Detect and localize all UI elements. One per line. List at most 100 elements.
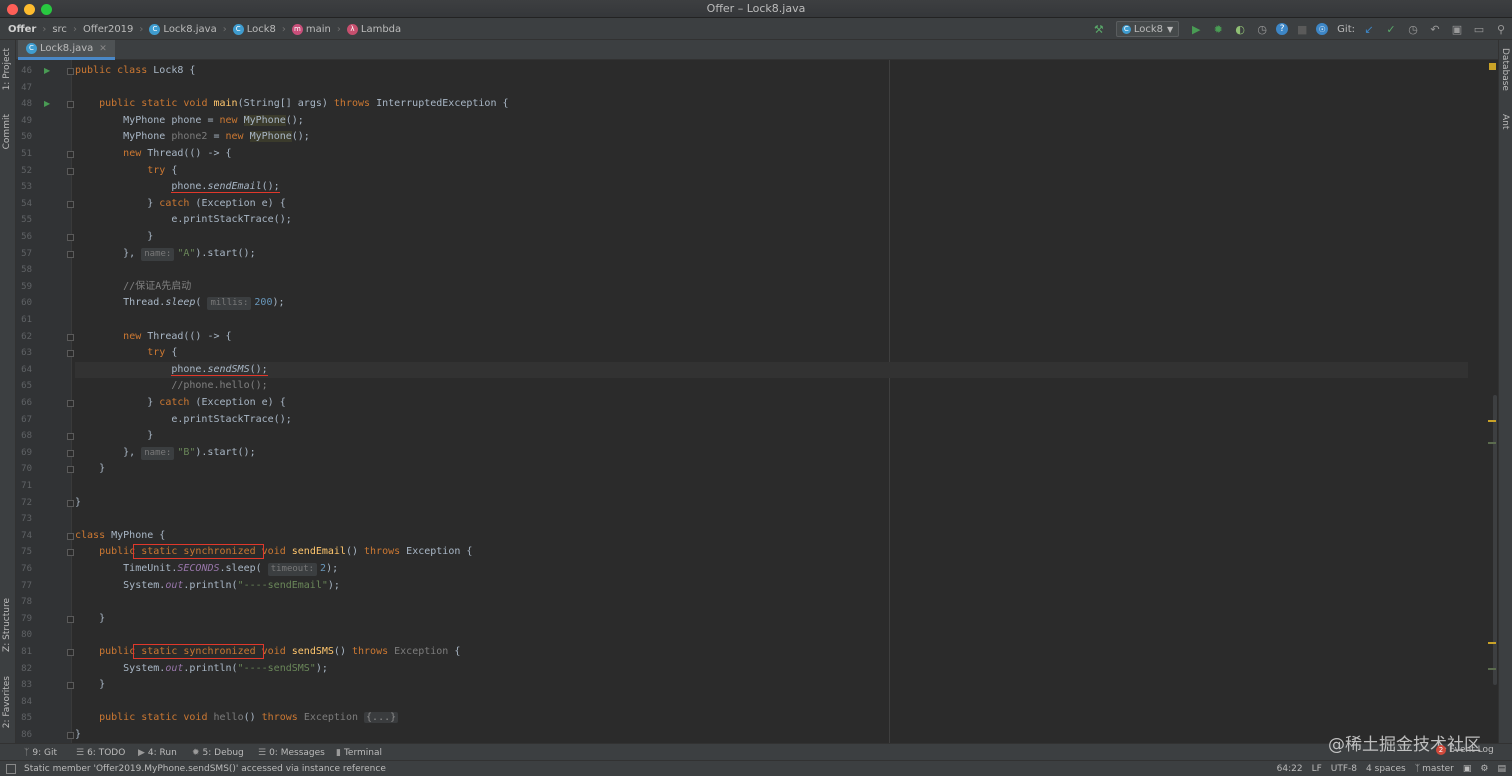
breadcrumb-item[interactable]: src — [52, 24, 67, 35]
git-update-arrow-icon[interactable]: ↙ — [1361, 21, 1377, 37]
line-number[interactable]: 65 — [16, 378, 32, 395]
line-number[interactable]: 78 — [16, 594, 32, 611]
line-number[interactable]: 69 — [16, 445, 32, 462]
code-line[interactable]: Thread.sleep( millis: 200); — [75, 295, 285, 312]
fold-toggle-icon[interactable] — [67, 333, 74, 341]
code-line[interactable]: public static synchronized void sendSMS(… — [75, 644, 460, 661]
zoom-window-button[interactable] — [41, 4, 52, 15]
code-line[interactable]: e.printStackTrace(); — [75, 412, 291, 429]
code-line[interactable]: } — [75, 495, 81, 512]
code-line[interactable]: //保证A先启动 — [75, 279, 191, 296]
code-line[interactable]: } — [75, 677, 105, 694]
line-number[interactable]: 86 — [16, 727, 32, 743]
warning-stripe-mark[interactable] — [1488, 642, 1496, 644]
line-number[interactable]: 67 — [16, 412, 32, 429]
tool-tab-ant[interactable]: Ant — [1500, 114, 1510, 129]
line-number[interactable]: 55 — [16, 212, 32, 229]
line-number[interactable]: 80 — [16, 627, 32, 644]
breadcrumb-item[interactable]: m main — [291, 23, 331, 35]
line-number[interactable]: 77 — [16, 578, 32, 595]
fold-toggle-icon[interactable] — [67, 200, 74, 208]
stop-icon[interactable]: ■ — [1294, 21, 1310, 37]
code-line[interactable]: } catch (Exception e) { — [75, 196, 286, 213]
line-number[interactable]: 72 — [16, 495, 32, 512]
line-number[interactable]: 61 — [16, 312, 32, 329]
lock-icon[interactable]: ▣ — [1463, 764, 1472, 774]
code-line[interactable]: public static synchronized void sendEmai… — [75, 544, 472, 561]
line-number[interactable]: 68 — [16, 428, 32, 445]
memory-indicator-icon[interactable]: ▤ — [1497, 764, 1506, 774]
line-number[interactable]: 54 — [16, 196, 32, 213]
browser-globe-icon[interactable]: ☉ — [1316, 23, 1329, 35]
tool-tab-commit[interactable]: Commit — [2, 114, 12, 149]
code-line[interactable]: System.out.println("----sendSMS"); — [75, 661, 328, 678]
code-line[interactable]: } catch (Exception e) { — [75, 395, 286, 412]
code-area[interactable]: public class Lock8 { public static void … — [75, 60, 1475, 743]
code-editor[interactable]: 46 ▶ 47 48 ▶ 49 50 51 52 53 54 55 56 57 58 59 60 61 62 63 64… — [16, 60, 1484, 743]
fold-toggle-icon[interactable] — [67, 732, 74, 739]
fold-toggle-icon[interactable] — [67, 250, 74, 258]
line-number[interactable]: 84 — [16, 694, 32, 711]
line-number[interactable]: 63 — [16, 345, 32, 362]
layout-window-icon[interactable]: ▭ — [1471, 21, 1487, 37]
code-line[interactable]: public class Lock8 { — [75, 63, 195, 80]
line-number[interactable]: 59 — [16, 279, 32, 296]
code-line[interactable]: public static void hello() throws Except… — [75, 710, 399, 727]
breadcrumb-item[interactable]: C Lock8.java — [149, 23, 217, 35]
line-number[interactable]: 66 — [16, 395, 32, 412]
line-number[interactable]: 60 — [16, 295, 32, 312]
line-number[interactable]: 74 — [16, 528, 32, 545]
close-icon[interactable]: ✕ — [99, 44, 107, 54]
inspection-icon[interactable]: ⚙ — [1480, 764, 1488, 774]
rollback-undo-icon[interactable]: ↶ — [1427, 21, 1443, 37]
line-number[interactable]: 56 — [16, 229, 32, 246]
line-number[interactable]: 62 — [16, 329, 32, 346]
git-history-clock-icon[interactable]: ◷ — [1405, 21, 1421, 37]
line-number[interactable]: 71 — [16, 478, 32, 495]
fold-toggle-icon[interactable] — [67, 400, 74, 407]
code-line[interactable]: e.printStackTrace(); — [75, 212, 291, 229]
line-number[interactable]: 85 — [16, 710, 32, 727]
coverage-icon[interactable]: ◐ — [1232, 21, 1248, 37]
tool-window-todo[interactable]: ☰ 6: TODO — [76, 744, 125, 761]
file-encoding[interactable]: UTF-8 — [1331, 764, 1357, 774]
line-number[interactable]: 58 — [16, 262, 32, 279]
fold-toggle-icon[interactable] — [67, 350, 74, 358]
tool-tab-database[interactable]: Database — [1500, 48, 1510, 91]
code-line[interactable]: class MyPhone { — [75, 528, 165, 545]
search-icon[interactable]: ⚲ — [1493, 21, 1509, 37]
code-line[interactable]: MyPhone phone = new MyPhone(); — [75, 113, 304, 130]
code-line[interactable]: //phone.hello(); — [75, 378, 267, 395]
tool-window-messages[interactable]: ☰ 0: Messages — [258, 744, 325, 761]
run-configuration-select[interactable]: C Lock8 ▼ — [1115, 21, 1180, 37]
code-line[interactable]: MyPhone phone2 = new MyPhone(); — [75, 129, 310, 146]
gutter-run-icon[interactable]: ▶ — [44, 66, 50, 75]
breadcrumb-item[interactable]: λ Lambda — [346, 23, 401, 35]
line-number-gutter[interactable]: 46 ▶ 47 48 ▶ 49 50 51 52 53 54 55 56 57 58 59 60 61 62 63 64… — [16, 60, 74, 743]
fold-toggle-icon[interactable] — [67, 682, 74, 690]
fold-toggle-icon[interactable] — [67, 68, 74, 75]
tool-window-run[interactable]: ▶ 4: Run — [138, 744, 177, 761]
code-line[interactable]: new Thread(() -> { — [75, 146, 231, 163]
project-structure-icon[interactable]: ▣ — [1449, 21, 1465, 37]
profile-icon[interactable]: ◷ — [1254, 21, 1270, 37]
info-stripe-mark[interactable] — [1488, 442, 1496, 444]
fold-toggle-icon[interactable] — [67, 466, 74, 474]
caret-position[interactable]: 64:22 — [1277, 764, 1303, 774]
code-line[interactable]: } — [75, 229, 153, 246]
info-stripe-mark[interactable] — [1488, 668, 1496, 670]
line-separator[interactable]: LF — [1312, 764, 1322, 774]
breadcrumb-item[interactable]: C Lock8 — [232, 23, 276, 35]
fold-toggle-icon[interactable] — [67, 167, 74, 175]
code-line[interactable]: } — [75, 461, 105, 478]
fold-toggle-icon[interactable] — [67, 649, 74, 656]
tool-tab-structure[interactable]: Z: Structure — [2, 598, 12, 652]
line-number[interactable]: 64 — [16, 362, 32, 379]
line-number[interactable]: 48 — [16, 96, 32, 113]
line-number[interactable]: 51 — [16, 146, 32, 163]
line-number[interactable]: 76 — [16, 561, 32, 578]
event-log-button[interactable]: 2 Event Log — [1436, 745, 1494, 755]
line-number[interactable]: 79 — [16, 611, 32, 628]
line-number[interactable]: 47 — [16, 80, 32, 97]
warning-stripe-mark[interactable] — [1488, 420, 1496, 422]
